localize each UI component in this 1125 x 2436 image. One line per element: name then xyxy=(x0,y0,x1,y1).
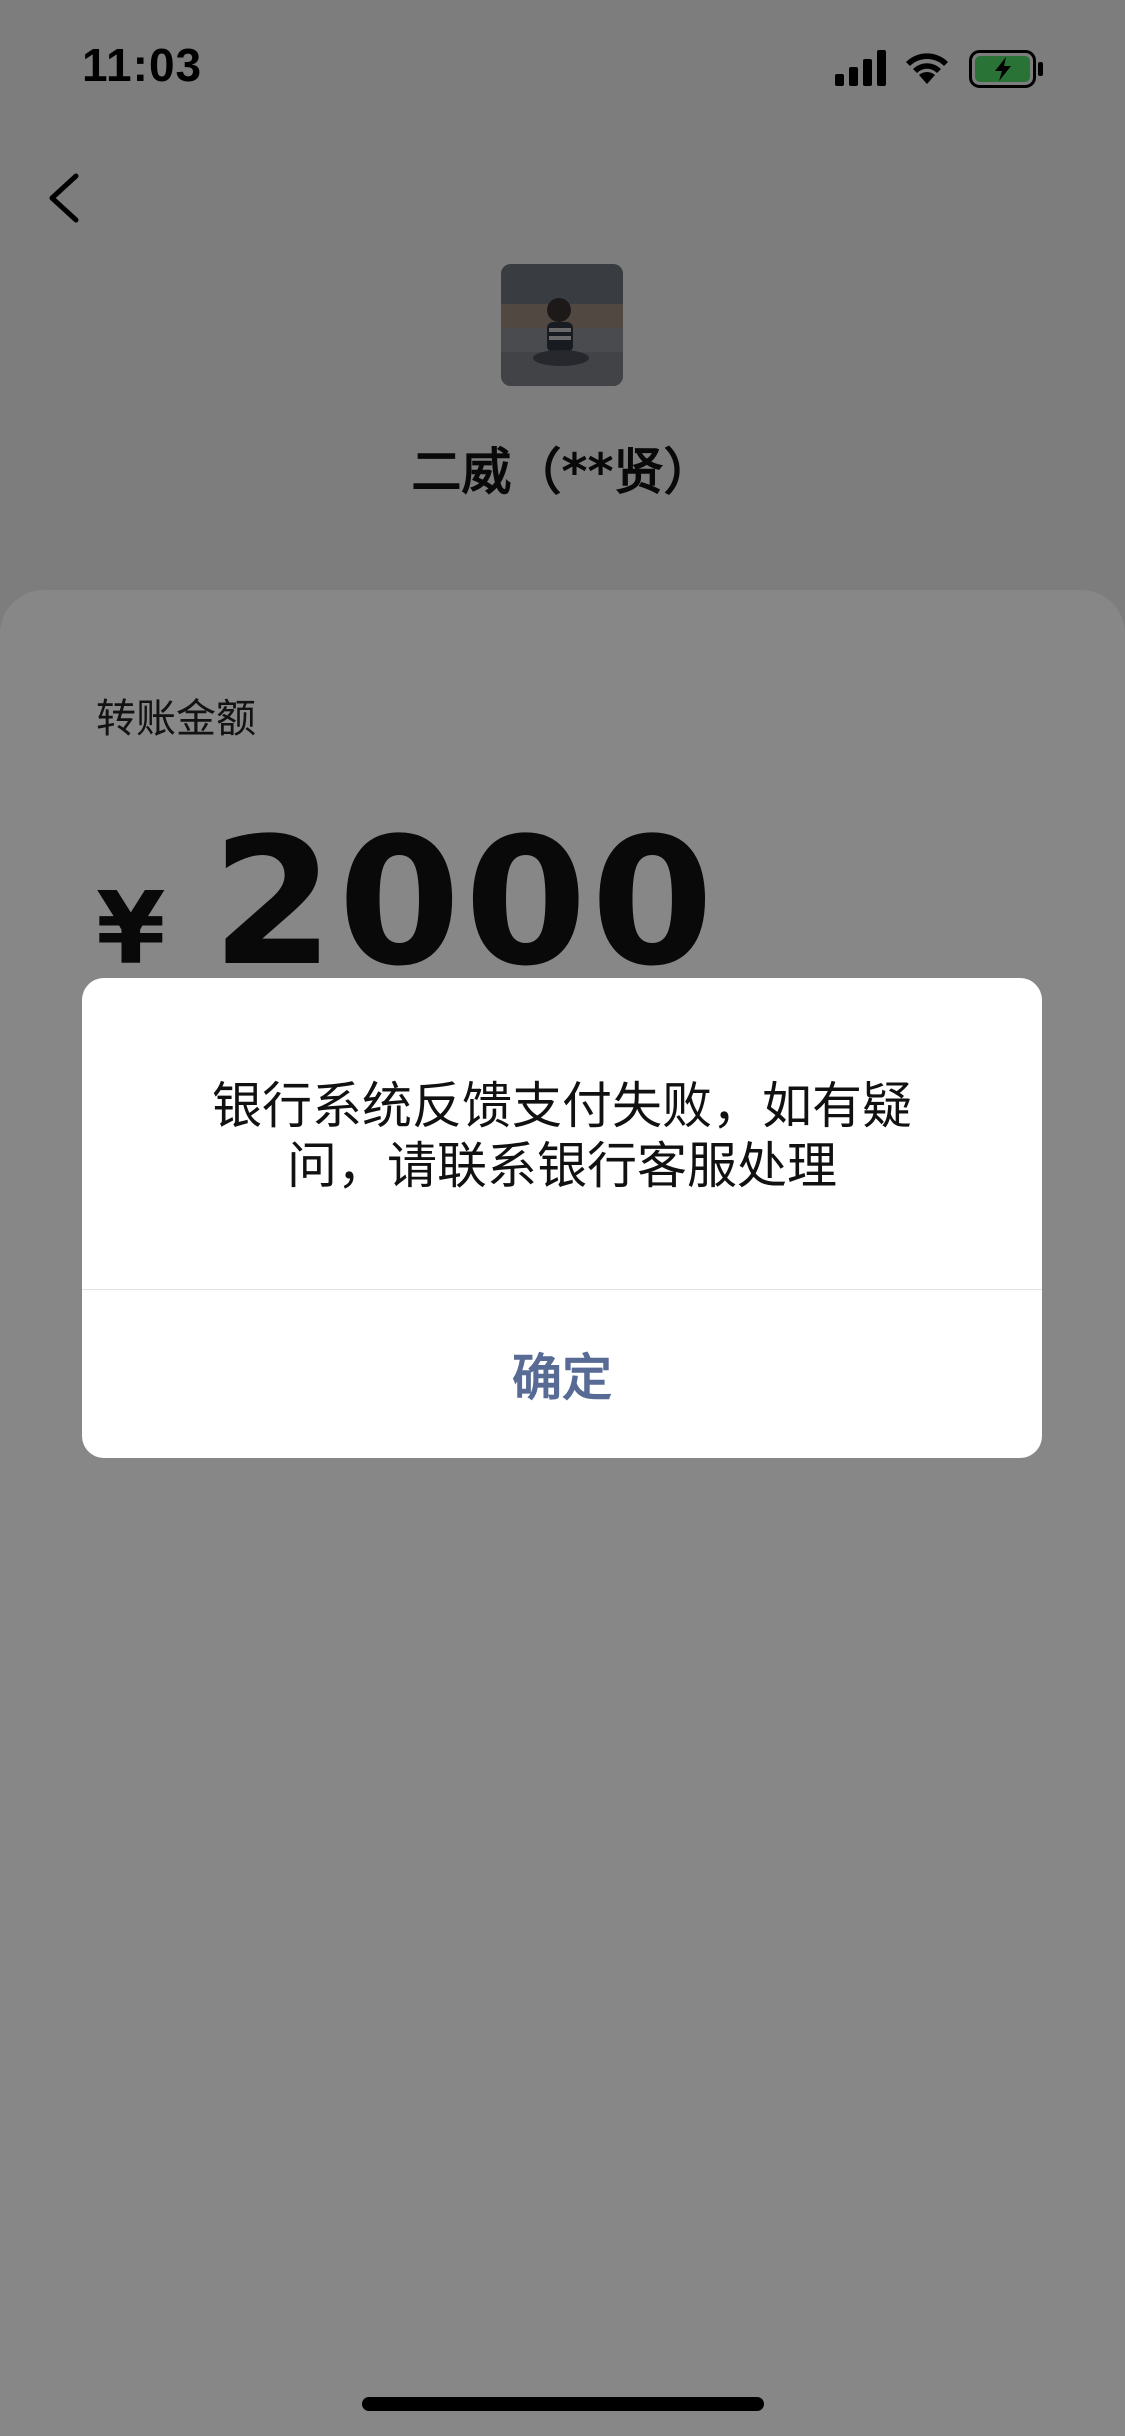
alert-message: 银行系统反馈支付失败，如有疑问，请联系银行客服处理 xyxy=(212,1077,912,1195)
confirm-button[interactable]: 确定 xyxy=(82,1290,1042,1458)
alert-dialog: 银行系统反馈支付失败，如有疑问，请联系银行客服处理 确定 xyxy=(82,978,1042,1458)
home-indicator[interactable] xyxy=(362,2397,764,2411)
